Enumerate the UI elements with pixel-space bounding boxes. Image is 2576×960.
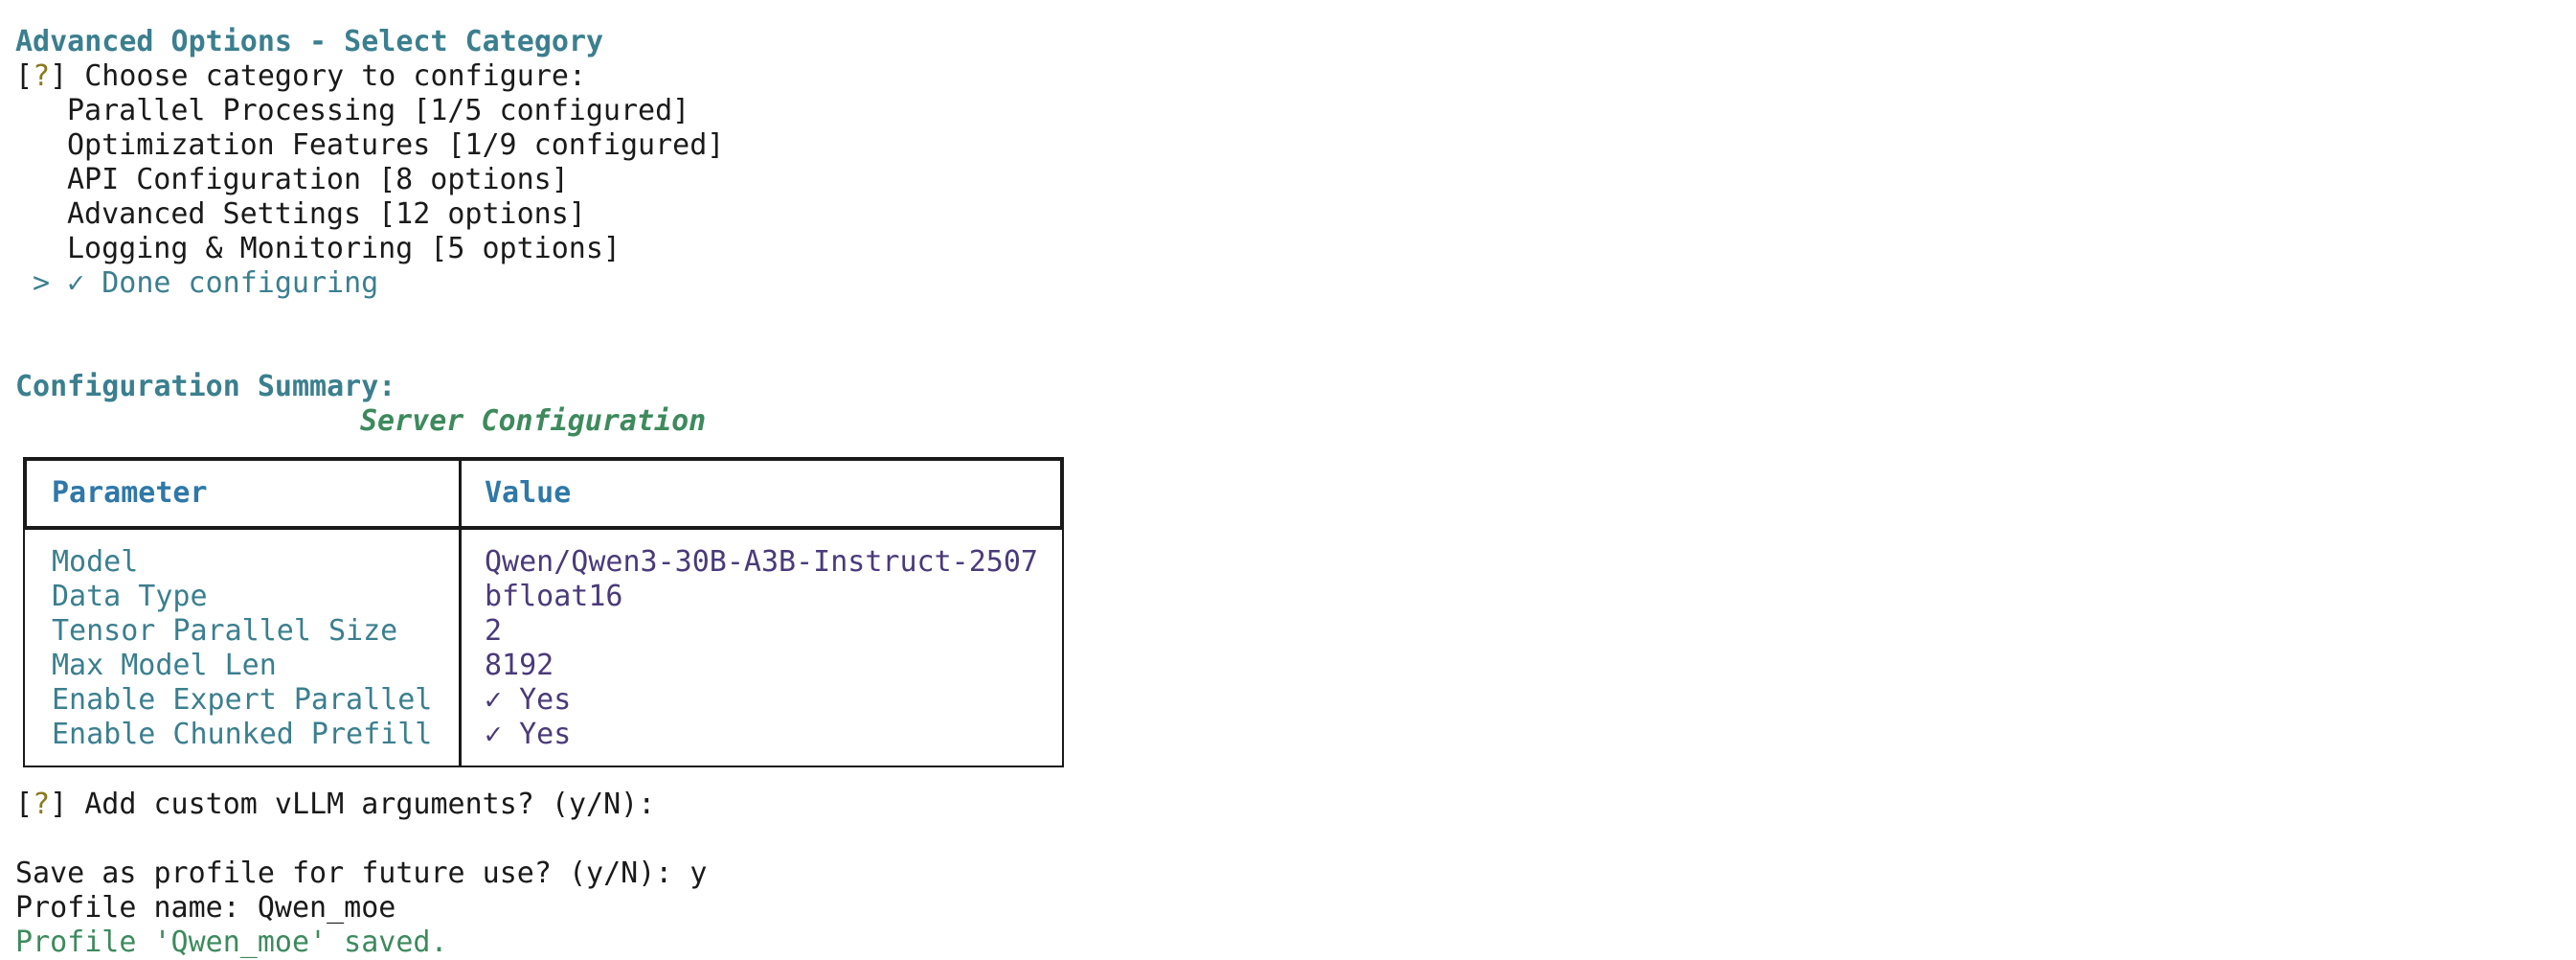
menu-item-api-configuration[interactable]: API Configuration [8 options]	[67, 163, 569, 197]
menu-item-done-configuring[interactable]: > ✓ Done configuring	[33, 266, 378, 301]
table-row-param: Tensor Parallel Size	[52, 614, 398, 648]
table-row-value: ✓ Yes	[485, 718, 572, 751]
table-row-param: Data Type	[52, 580, 208, 613]
config-summary-table: Parameter Value Model Qwen/Qwen3-30B-A3B…	[23, 457, 1064, 767]
custom-args-text: Add custom vLLM arguments? (y/N):	[67, 788, 656, 821]
table-row-param: Max Model Len	[52, 649, 277, 682]
question-mark-icon: ?	[33, 788, 51, 821]
custom-args-prompt[interactable]: [?] Add custom vLLM arguments? (y/N):	[15, 788, 655, 822]
table-row-value: 8192	[485, 649, 554, 682]
summary-heading: Configuration Summary:	[15, 370, 396, 403]
table-row-value: 2	[485, 614, 503, 648]
table-row-param: Enable Expert Parallel	[52, 683, 433, 717]
save-profile-prompt: Save as profile for future use? (y/N): y	[15, 857, 708, 890]
prompt-text: Choose category to configure:	[67, 59, 587, 93]
table-row-value: bfloat16	[485, 580, 623, 613]
column-header-value: Value	[485, 476, 572, 510]
table-column-divider	[459, 459, 462, 766]
prompt-bracket-open: [	[15, 788, 34, 821]
category-prompt: [?] Choose category to configure:	[15, 59, 586, 94]
table-row-value: Qwen/Qwen3-30B-A3B-Instruct-2507	[485, 545, 1038, 579]
prompt-bracket-open: [	[15, 59, 34, 93]
menu-item-advanced-settings[interactable]: Advanced Settings [12 options]	[67, 197, 586, 232]
table-row-param: Model	[52, 545, 139, 579]
table-row-param: Enable Chunked Prefill	[52, 718, 433, 751]
menu-title: Advanced Options - Select Category	[15, 25, 604, 58]
menu-item-optimization-features[interactable]: Optimization Features [1/9 configured]	[67, 128, 724, 163]
column-header-parameter: Parameter	[52, 476, 208, 510]
menu-item-parallel-processing[interactable]: Parallel Processing [1/5 configured]	[67, 94, 689, 128]
prompt-bracket-close: ]	[50, 788, 68, 821]
menu-item-logging-monitoring[interactable]: Logging & Monitoring [5 options]	[67, 232, 621, 266]
question-mark-icon: ?	[33, 59, 51, 93]
table-row-value: ✓ Yes	[485, 683, 572, 717]
profile-saved-message: Profile 'Qwen_moe' saved.	[15, 926, 448, 959]
prompt-bracket-close: ]	[50, 59, 68, 93]
table-title: Server Configuration	[360, 404, 707, 438]
profile-name-prompt: Profile name: Qwen_moe	[15, 891, 396, 925]
